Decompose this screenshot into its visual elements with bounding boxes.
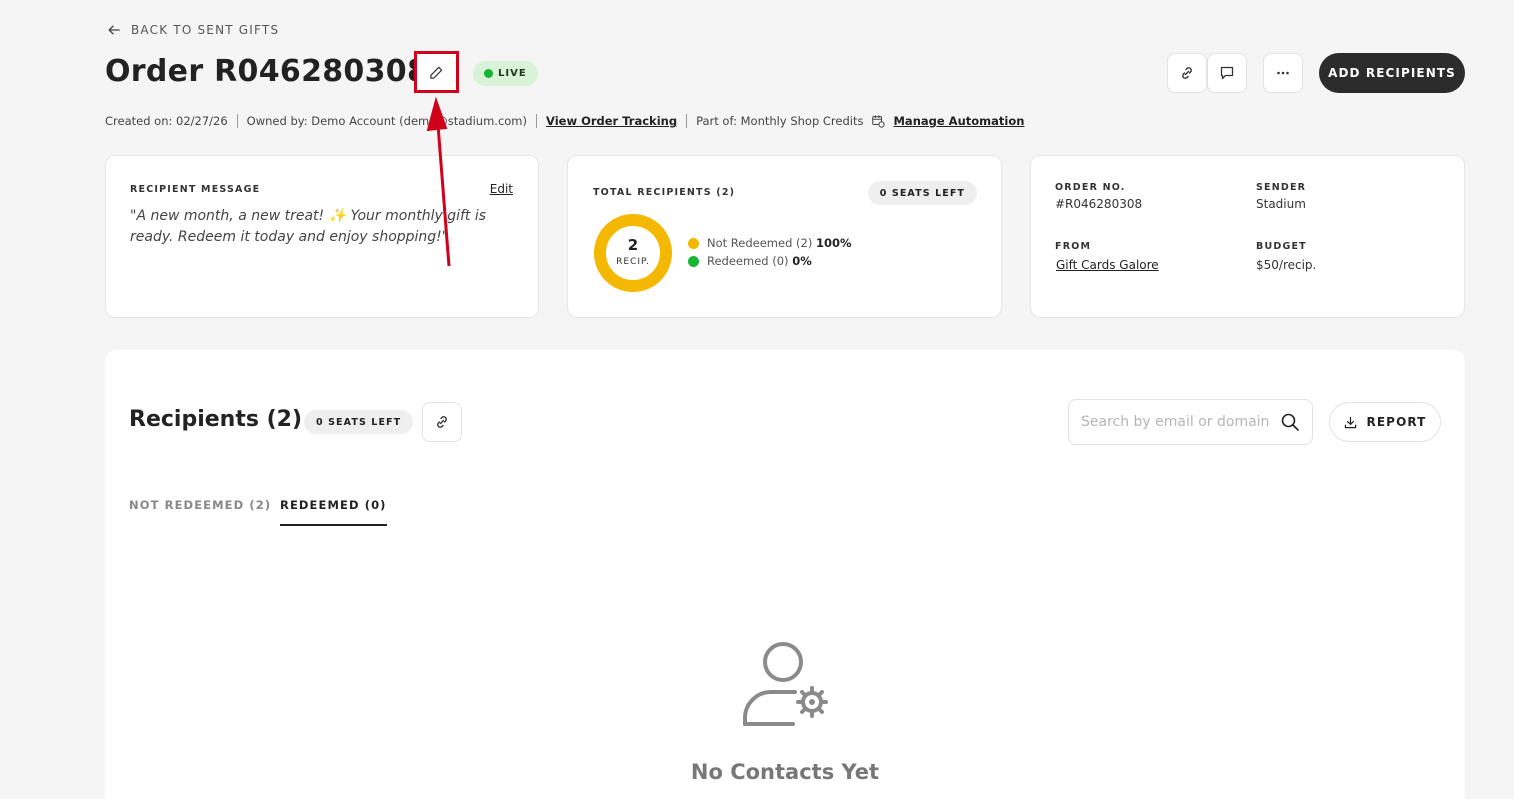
recipient-message-text: "A new month, a new treat! ✨ Your monthl… bbox=[130, 208, 487, 245]
edit-order-name-button[interactable] bbox=[414, 51, 459, 93]
from-label: FROM bbox=[1055, 241, 1092, 252]
report-download-button[interactable]: REPORT bbox=[1329, 402, 1441, 442]
total-recipients-label: TOTAL RECIPIENTS (2) bbox=[593, 187, 736, 198]
recipients-title: Recipients (2) bbox=[129, 407, 303, 432]
status-label: LIVE bbox=[498, 68, 527, 79]
seats-left-badge: 0 SEATS LEFT bbox=[304, 410, 414, 434]
download-icon bbox=[1344, 416, 1356, 428]
chat-bubble-icon bbox=[1220, 66, 1234, 80]
report-label: REPORT bbox=[1366, 415, 1427, 429]
legend-percent: 100% bbox=[815, 236, 852, 250]
copy-link-button[interactable] bbox=[1167, 53, 1207, 93]
legend-dot bbox=[688, 255, 699, 267]
arrow-left-icon bbox=[108, 25, 120, 35]
status-badge: LIVE bbox=[473, 61, 538, 86]
search-box bbox=[1068, 399, 1313, 445]
legend-not-redeemed: Not Redeemed (2) 100% bbox=[688, 236, 852, 250]
no-contacts-user-gear-icon bbox=[743, 642, 828, 726]
recipient-message-card: RECIPIENT MESSAGE Edit "A new month, a n… bbox=[105, 155, 539, 318]
legend-dot bbox=[688, 237, 699, 249]
tab-not-redeemed[interactable]: NOT REDEEMED (2) bbox=[129, 498, 271, 524]
ellipsis-icon bbox=[1277, 71, 1289, 75]
add-recipients-button[interactable]: ADD RECIPIENTS bbox=[1319, 53, 1465, 93]
edit-message-link[interactable]: Edit bbox=[490, 182, 513, 196]
recipients-section: Recipients (2) 0 SEATS LEFT REPORT NOT R… bbox=[105, 350, 1465, 799]
recipient-message-label: RECIPIENT MESSAGE bbox=[130, 184, 261, 195]
from-vendor-link[interactable]: Gift Cards Galore bbox=[1056, 258, 1159, 272]
divider bbox=[536, 114, 537, 128]
search-icon[interactable] bbox=[1280, 412, 1300, 432]
legend-redeemed: Redeemed (0) 0% bbox=[688, 254, 812, 268]
created-date: Created on: 02/27/26 bbox=[105, 114, 228, 128]
order-no-label: ORDER NO. bbox=[1055, 182, 1126, 193]
more-options-button[interactable] bbox=[1263, 53, 1303, 93]
divider bbox=[686, 114, 688, 128]
manage-automation-link[interactable]: Manage Automation bbox=[893, 114, 1024, 128]
live-dot-icon bbox=[484, 69, 493, 78]
budget-value: $50/recip. bbox=[1256, 258, 1317, 272]
comments-button[interactable] bbox=[1207, 53, 1247, 93]
owned-by: Owned by: Demo Account (demo@stadium.com… bbox=[246, 114, 527, 128]
view-order-tracking-link[interactable]: View Order Tracking bbox=[546, 114, 677, 128]
sender-value: Stadium bbox=[1256, 197, 1306, 211]
budget-label: BUDGET bbox=[1256, 241, 1307, 252]
part-of-automation: Part of: Monthly Shop Credits bbox=[696, 114, 864, 128]
copy-recipients-link-button[interactable] bbox=[422, 402, 462, 442]
donut-unit: RECIP. bbox=[616, 257, 650, 267]
tab-redeemed[interactable]: REDEEMED (0) bbox=[280, 498, 387, 526]
back-link-label: BACK TO SENT GIFTS bbox=[131, 23, 280, 37]
link-icon bbox=[437, 416, 447, 428]
search-input[interactable] bbox=[1081, 414, 1280, 430]
divider bbox=[236, 114, 238, 128]
order-no-value: #R046280308 bbox=[1055, 197, 1143, 211]
legend-percent: 0% bbox=[792, 254, 812, 268]
page-title: Order R046280308 bbox=[105, 54, 429, 89]
seats-left-badge: 0 SEATS LEFT bbox=[867, 181, 977, 205]
order-meta-row: Created on: 02/27/26 Owned by: Demo Acco… bbox=[105, 114, 1024, 128]
legend-label: Not Redeemed (2) bbox=[707, 236, 813, 250]
total-recipients-card: TOTAL RECIPIENTS (2) 0 SEATS LEFT 2 RECI… bbox=[567, 155, 1002, 318]
donut-count: 2 bbox=[627, 236, 639, 254]
legend-label: Redeemed (0) bbox=[707, 254, 789, 268]
back-to-sent-gifts-link[interactable]: BACK TO SENT GIFTS bbox=[107, 23, 279, 37]
automation-calendar-icon bbox=[872, 115, 886, 128]
link-icon bbox=[1182, 67, 1192, 79]
order-info-card: ORDER NO. #R046280308 SENDER Stadium FRO… bbox=[1030, 155, 1465, 318]
empty-state-text: No Contacts Yet bbox=[690, 760, 880, 784]
sender-label: SENDER bbox=[1256, 182, 1307, 193]
pencil-icon bbox=[430, 66, 443, 79]
